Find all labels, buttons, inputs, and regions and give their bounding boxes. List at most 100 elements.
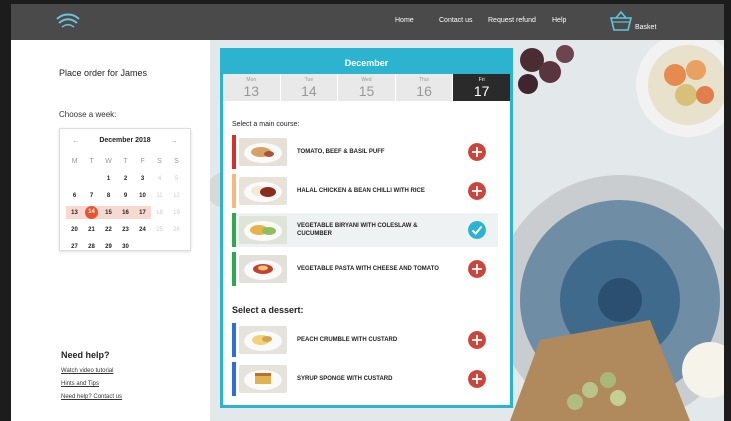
category-stripe	[232, 323, 236, 357]
calendar-day[interactable]: 13	[66, 206, 83, 219]
calendar-day[interactable]: 15	[100, 206, 117, 219]
day-tab-date: 14	[301, 83, 317, 99]
calendar-day[interactable]: 26	[168, 223, 185, 236]
calendar-day	[168, 240, 185, 253]
calendar-day[interactable]: 23	[117, 223, 134, 236]
calendar-day[interactable]: 28	[83, 240, 100, 253]
calendar-dow: M	[71, 158, 78, 165]
add-icon[interactable]	[468, 331, 486, 349]
main-item[interactable]: VEGETABLE PASTA WITH CHEESE AND TOMATO	[232, 252, 498, 286]
calendar-dow: T	[123, 158, 128, 165]
calendar-week-row[interactable]: 20 21 22 23 24 25 26	[66, 221, 186, 238]
nav-help[interactable]: Help	[552, 17, 566, 24]
check-icon[interactable]	[468, 221, 486, 239]
main-course-title: Select a main course:	[232, 121, 300, 128]
calendar-day[interactable]: 17	[134, 206, 151, 219]
dish-photo	[239, 138, 287, 166]
add-icon[interactable]	[468, 182, 486, 200]
calendar-day[interactable]: 14	[83, 206, 100, 219]
dish-photo	[239, 177, 287, 205]
page-title: Place order for James	[59, 68, 148, 78]
calendar-week-row[interactable]: 12345	[66, 170, 186, 187]
day-tab-fri[interactable]: Fri 17	[453, 74, 510, 101]
day-tab-thur[interactable]: Thur 16	[395, 74, 454, 101]
calendar-week-row[interactable]: 13 14 15 16 17 18 19	[66, 204, 186, 221]
help-link-hints[interactable]: Hints and Tips	[61, 381, 99, 387]
calendar-day[interactable]: 24	[134, 223, 151, 236]
calendar-dow-row: M T W T F S S	[66, 153, 186, 170]
add-icon[interactable]	[468, 260, 486, 278]
calendar-day[interactable]: 21	[83, 223, 100, 236]
sidebar: Place order for James Choose a week: ← D…	[11, 40, 210, 421]
nav-home[interactable]: Home	[395, 17, 414, 24]
dish-photo	[239, 326, 287, 354]
calendar-week-row[interactable]: 6 7 8 9 10 11 12	[66, 187, 186, 204]
calendar-day[interactable]: 8	[100, 189, 117, 202]
help-link-video[interactable]: Watch video tutorial	[61, 368, 113, 374]
calendar-day[interactable]: 20	[66, 223, 83, 236]
calendar-day	[134, 240, 151, 253]
calendar-grid: M T W T F S S 1 2 3 4 5 6 7 8 9 10 11 12 13 14 15 16 17 1…	[66, 153, 186, 255]
calendar-day[interactable]: 3	[134, 172, 151, 185]
calendar-day[interactable]: 27	[66, 240, 83, 253]
category-stripe	[232, 252, 236, 286]
nav-contact-us[interactable]: Contact us	[439, 17, 472, 24]
help-link-contact[interactable]: Need help? Contact us	[61, 394, 122, 400]
panel-month-title: December	[223, 51, 510, 74]
add-icon[interactable]	[468, 370, 486, 388]
day-tab-date: 16	[416, 83, 432, 99]
dish-name: VEGETABLE PASTA WITH CHEESE AND TOMATO	[297, 266, 439, 272]
calendar-day[interactable]: 2	[117, 172, 134, 185]
calendar-day	[83, 172, 100, 185]
calendar-dow: T	[89, 158, 94, 165]
main-item[interactable]: TOMATO, BEEF & BASIL PUFF	[232, 135, 498, 169]
app-frame: Home Contact us Request refund Help Bask…	[11, 4, 724, 421]
calendar-next-button[interactable]: →	[170, 136, 178, 145]
calendar-day[interactable]: 25	[151, 223, 168, 236]
calendar-day	[151, 240, 168, 253]
calendar-dow: S	[157, 158, 162, 165]
basket-icon[interactable]	[609, 10, 633, 32]
calendar-dow: F	[140, 158, 145, 165]
calendar-day[interactable]: 16	[117, 206, 134, 219]
week-calendar: ← December 2018 → M T W T F S S 12345678…	[59, 128, 191, 251]
day-tab-wed[interactable]: Wed 15	[338, 74, 396, 101]
add-icon[interactable]	[468, 143, 486, 161]
calendar-day[interactable]: 9	[117, 189, 134, 202]
nav-request-refund[interactable]: Request refund	[488, 17, 536, 24]
calendar-dow: S	[174, 158, 179, 165]
calendar-day[interactable]: 10	[134, 189, 151, 202]
dish-name: PEACH CRUMBLE WITH CUSTARD	[297, 337, 398, 343]
calendar-day[interactable]: 11	[151, 189, 168, 202]
main-item-selected[interactable]: VEGETABLE BIRYANI WITH COLESLAW & CUCUMB…	[232, 213, 498, 247]
day-tab-date: 13	[243, 83, 260, 99]
dessert-item[interactable]: SYRUP SPONGE WITH CUSTARD	[232, 362, 498, 396]
main-item[interactable]: HALAL CHICKEN & BEAN CHILLI WITH RICE	[232, 174, 498, 208]
dish-photo	[239, 365, 287, 393]
dessert-title: Select a dessert:	[232, 305, 304, 315]
category-stripe	[232, 213, 236, 247]
day-tab-date: 15	[358, 83, 375, 99]
calendar-day[interactable]: 19	[168, 206, 185, 219]
calendar-day[interactable]: 12	[168, 189, 185, 202]
dish-name: TOMATO, BEEF & BASIL PUFF	[297, 149, 385, 155]
logo-icon[interactable]	[53, 11, 83, 31]
calendar-day[interactable]: 7	[83, 189, 100, 202]
calendar-day[interactable]: 6	[66, 189, 83, 202]
choose-week-label: Choose a week:	[59, 110, 117, 119]
calendar-day[interactable]: 29	[100, 240, 117, 253]
dessert-item[interactable]: PEACH CRUMBLE WITH CUSTARD	[232, 323, 498, 357]
category-stripe	[232, 362, 236, 396]
calendar-weeks: 1 2 3 4 5 6 7 8 9 10 11 12 13 14 15 16 17 18 19 20 21 22 23 24 2…	[66, 170, 186, 255]
calendar-week-row[interactable]: 27 28 29 30	[66, 238, 186, 255]
dish-photo	[239, 255, 287, 283]
calendar-day[interactable]: 1	[100, 172, 117, 185]
calendar-day[interactable]: 5	[168, 172, 185, 185]
basket-label[interactable]: Basket	[635, 24, 656, 31]
day-tab-tue[interactable]: Tue 14	[280, 74, 339, 101]
calendar-day[interactable]: 30	[117, 240, 134, 253]
day-tab-mon[interactable]: Mon 13	[223, 74, 281, 101]
calendar-day[interactable]: 4	[151, 172, 168, 185]
calendar-day[interactable]: 18	[151, 206, 168, 219]
calendar-day[interactable]: 22	[100, 223, 117, 236]
